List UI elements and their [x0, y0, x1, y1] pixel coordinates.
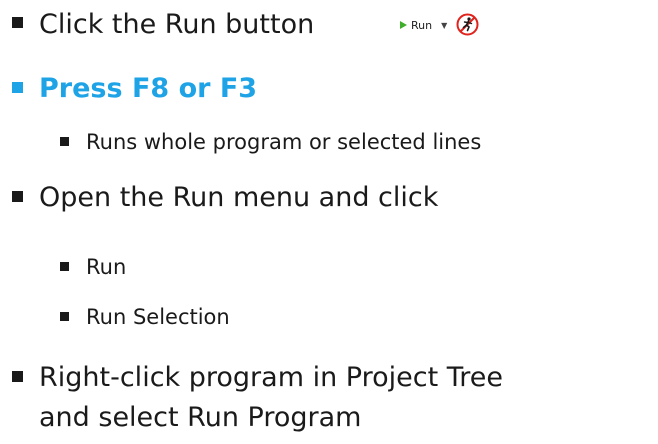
run-button[interactable]: Run ▼	[400, 17, 447, 33]
sub-bullet-text-run-selection: Run Selection	[86, 305, 230, 329]
sub-bullet-marker	[60, 312, 69, 321]
slide: Click the Run button Run ▼ Press F8 or F…	[0, 0, 658, 444]
bullet-marker	[12, 371, 23, 382]
bullet-text-run-button: Click the Run button	[39, 9, 315, 40]
bullet-text-right-click: Right-click program in Project Tree	[39, 362, 503, 393]
sub-bullet-text-run: Run	[86, 255, 127, 279]
bullet-text-select-run-program: and select Run Program	[39, 402, 362, 433]
running-man-icon[interactable]	[456, 13, 479, 36]
sub-bullet-text-runs-whole: Runs whole program or selected lines	[86, 130, 482, 154]
bullet-marker	[12, 191, 23, 202]
bullet-text-press-keys: Press F8 or F3	[39, 73, 258, 104]
play-icon	[400, 21, 407, 29]
sub-bullet-marker	[60, 262, 69, 271]
bullet-marker	[12, 82, 23, 93]
chevron-down-icon: ▼	[441, 20, 448, 30]
bullet-marker	[12, 17, 23, 28]
sub-bullet-marker	[60, 137, 69, 146]
run-button-label: Run	[411, 18, 433, 32]
bullet-text-open-run-menu: Open the Run menu and click	[39, 182, 439, 213]
